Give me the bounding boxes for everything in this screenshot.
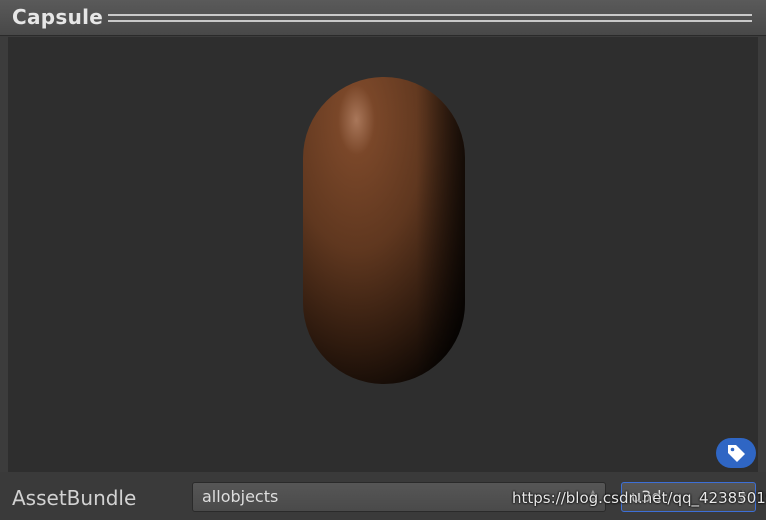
title-bar: Capsule bbox=[0, 0, 766, 36]
capsule-edge-shadow bbox=[303, 77, 465, 384]
title-grip[interactable] bbox=[108, 14, 752, 22]
object-preview[interactable] bbox=[8, 37, 758, 472]
asset-bundle-label: AssetBundle bbox=[12, 486, 137, 510]
capsule-render bbox=[303, 77, 465, 384]
asset-bundle-value: allobjects bbox=[202, 487, 279, 506]
tag-icon bbox=[728, 445, 745, 462]
window-title: Capsule bbox=[12, 5, 104, 29]
watermark: https://blog.csdn.net/qq_42385019 bbox=[512, 489, 766, 507]
tag-button[interactable] bbox=[716, 438, 756, 468]
